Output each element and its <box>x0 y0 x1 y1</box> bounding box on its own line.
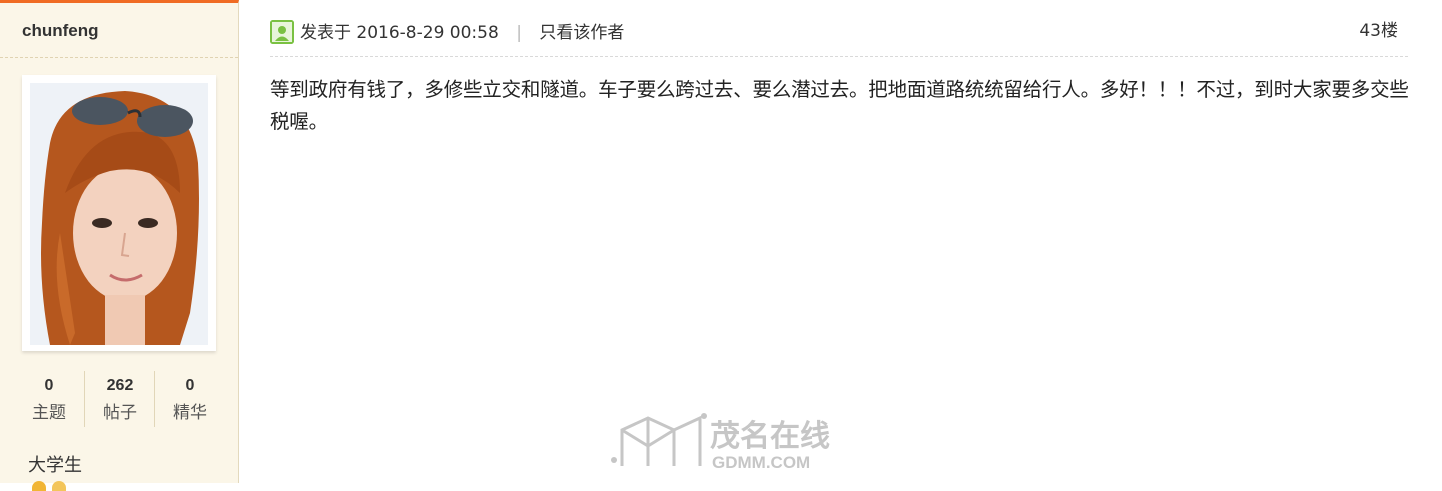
user-rank[interactable]: 大学生 <box>28 451 82 477</box>
stat-posts-value: 262 <box>106 377 134 394</box>
avatar-image[interactable] <box>30 83 208 345</box>
stat-posts-label: 帖子 <box>103 403 137 423</box>
only-author-link[interactable]: 只看该作者 <box>539 23 624 43</box>
floor-number[interactable]: 43楼 <box>1359 18 1398 44</box>
author-stats: 0 主题 262 帖子 0 精华 <box>14 371 226 429</box>
sidebar-divider <box>0 57 238 58</box>
avatar-portrait <box>30 83 208 345</box>
avatar[interactable] <box>22 75 216 351</box>
post-header: 发表于 2016-8-29 00:58 | 只看该作者 43楼 <box>270 18 1408 57</box>
watermark-cn: 茂名在线 <box>710 419 830 454</box>
stat-topics-label: 主题 <box>32 403 66 423</box>
post-meta: 发表于 2016-8-29 00:58 | 只看该作者 <box>300 20 624 46</box>
author-username[interactable]: chunfeng <box>22 21 99 41</box>
stat-digest[interactable]: 0 精华 <box>154 371 225 427</box>
stat-posts[interactable]: 262 帖子 <box>84 371 155 427</box>
stat-topics-value: 0 <box>44 377 54 394</box>
post-datetime: 2016-8-29 00:58 <box>356 23 499 43</box>
site-watermark: 茂名在线 GDMM.COM <box>608 408 848 476</box>
stat-digest-value: 0 <box>185 377 195 394</box>
post-content: 等到政府有钱了，多修些立交和隧道。车子要么跨过去、要么潜过去。把地面道路统统留给… <box>270 78 1409 133</box>
posted-prefix: 发表于 <box>300 23 351 43</box>
watermark-en: GDMM.COM <box>712 453 810 472</box>
online-status-icon <box>270 20 294 44</box>
meta-separator: | <box>516 23 522 43</box>
stat-digest-label: 精华 <box>173 403 207 423</box>
stat-topics[interactable]: 0 主题 <box>14 371 84 427</box>
author-sidebar: chunfeng 0 主题 262 帖子 0 精华 大学生 <box>0 0 239 491</box>
